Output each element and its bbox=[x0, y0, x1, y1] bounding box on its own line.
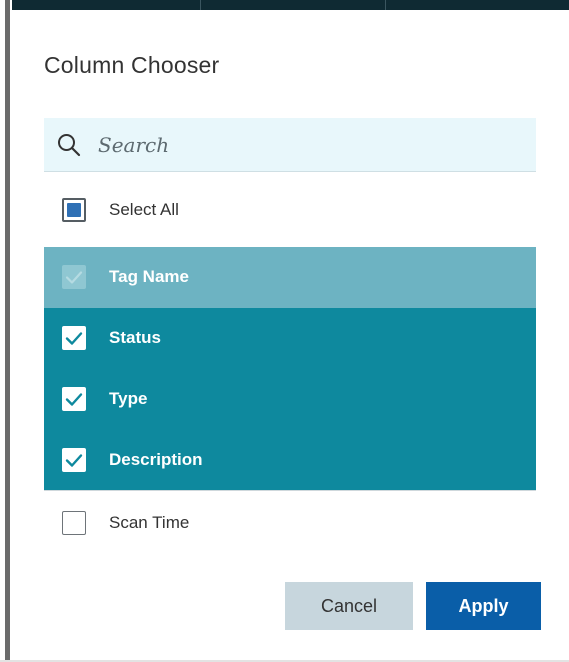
description-checkbox[interactable] bbox=[62, 448, 86, 472]
search-box[interactable] bbox=[44, 118, 536, 172]
indeterminate-fill bbox=[67, 203, 81, 217]
column-label: Status bbox=[109, 328, 161, 347]
select-all-row[interactable]: Select All bbox=[44, 180, 536, 240]
dialog-title: Column Chooser bbox=[44, 52, 220, 78]
column-chooser-dialog: Column Chooser Select All Tag Name bbox=[12, 10, 569, 662]
column-row-description[interactable]: Description bbox=[44, 430, 536, 491]
header-divider bbox=[200, 0, 201, 10]
column-row-scan-time[interactable]: Scan Time bbox=[44, 493, 536, 554]
column-row-status[interactable]: Status bbox=[44, 308, 536, 369]
status-checkbox[interactable] bbox=[62, 326, 86, 350]
scan-time-checkbox[interactable] bbox=[62, 511, 86, 535]
search-icon bbox=[56, 132, 82, 158]
search-input[interactable] bbox=[96, 127, 520, 163]
column-label: Scan Time bbox=[109, 513, 190, 532]
background-header-strip bbox=[12, 0, 569, 10]
type-checkbox[interactable] bbox=[62, 387, 86, 411]
select-all-label: Select All bbox=[109, 200, 179, 219]
left-frame-bar bbox=[5, 0, 10, 662]
column-label: Description bbox=[109, 450, 203, 469]
cancel-button[interactable]: Cancel bbox=[285, 582, 413, 630]
apply-button[interactable]: Apply bbox=[426, 582, 541, 630]
column-label: Tag Name bbox=[109, 267, 189, 286]
column-label: Type bbox=[109, 389, 148, 408]
select-all-checkbox[interactable] bbox=[62, 198, 86, 222]
tag-name-checkbox bbox=[62, 265, 86, 289]
header-divider bbox=[385, 0, 386, 10]
left-frame-border bbox=[0, 0, 12, 662]
column-row-type[interactable]: Type bbox=[44, 369, 536, 430]
column-row-tag-name: Tag Name bbox=[44, 247, 536, 308]
